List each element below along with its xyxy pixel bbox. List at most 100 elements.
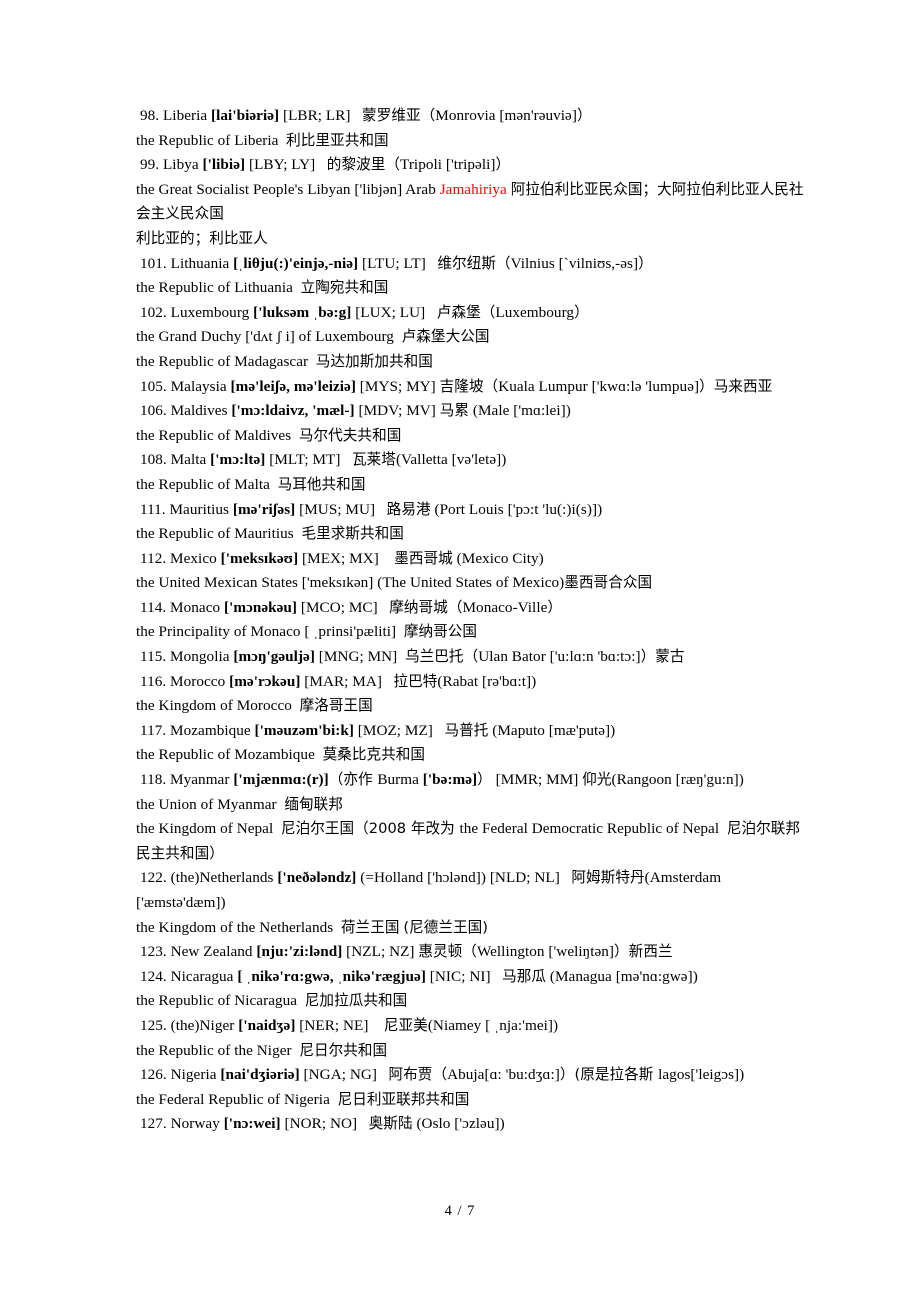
ipa-norway: ['nɔ:wei]: [223, 1115, 281, 1133]
ipa-mauritius: [mə'riʃəs]: [232, 500, 296, 518]
ipa-new-zealand: [nju:'zi:lənd]: [256, 943, 343, 961]
official-line-mozambique: the Republic of Mozambique 莫桑比克共和国: [136, 746, 426, 764]
chinese-nicaragua-official: 尼加拉瓜共和国: [304, 992, 408, 1010]
ipa-mongolia: [mɔŋ'gəuljə]: [233, 648, 315, 666]
entry-line-nicaragua: 124. Nicaragua [ ˌnikə'rɑ:gwə, ˌnikə'ræg…: [140, 967, 698, 985]
chinese-nigeria-capital: 阿布贾（: [388, 1066, 448, 1084]
entry-line-malaysia: 105. Malaysia [mə'leiʃə, mə'leiziə] [MYS…: [140, 377, 773, 395]
official-line-madagascar: the Republic of Madagascar 马达加斯加共和国: [136, 352, 433, 370]
entry-line-malta: 108. Malta ['mɔ:ltə] [MLT; MT] 瓦莱塔(Valle…: [140, 451, 507, 469]
ipa-libya: ['libiə]: [202, 156, 246, 174]
ipa-monaco: ['mɔnəkəu]: [223, 598, 298, 616]
ipa-burma: ['bə:mə]: [422, 771, 478, 789]
ipa-malta: ['mɔ:ltə]: [210, 451, 266, 469]
document-page: 98. Liberia [lai'biəriə] [LBR; LR] 蒙罗维亚（…: [0, 0, 920, 1302]
official-line-mexico: the United Mexican States ['meksɪkən] (T…: [136, 574, 653, 592]
official-line-netherlands: the Kingdom of the Netherlands 荷兰王国 (尼德兰…: [136, 918, 489, 936]
chinese-malta-capital: 瓦莱塔: [352, 451, 396, 469]
official-line-nicaragua: the Republic of Nicaragua 尼加拉瓜共和国: [136, 992, 408, 1010]
entry-line-mongolia: 115. Mongolia [mɔŋ'gəuljə] [MNG; MN] 乌兰巴…: [140, 648, 685, 666]
entry-line-niger: 125. (the)Niger ['naidʒə] [NER; NE] 尼亚美(…: [140, 1016, 559, 1034]
entry-line-maldives: 106. Maldives ['mɔ:ldaivz, 'mæl-] [MDV; …: [140, 402, 571, 420]
chinese-liberia-capital: 蒙罗维亚（: [362, 107, 436, 124]
chinese-madagascar-official: 马达加斯加共和国: [315, 352, 433, 370]
chinese-lithuania-capital: 维尔纽斯（: [437, 254, 511, 272]
official-line-mauritius: the Republic of Mauritius 毛里求斯共和国: [136, 525, 404, 543]
adjective-line-libya: 利比亚的；利比亚人: [136, 227, 808, 252]
ipa-liberia: [lai'biəriə]: [211, 107, 280, 124]
chinese-malaysia-capital: 吉隆坡（: [439, 377, 499, 395]
highlight-jamahiriya: Jamahiriya: [439, 180, 507, 198]
entry-line-libya: 99. Libya ['libiə] [LBY; LY] 的黎波里（Tripol…: [140, 156, 511, 174]
entry-line-monaco: 114. Monaco ['mɔnəkəu] [MCO; MC] 摩纳哥城（Mo…: [140, 598, 563, 616]
chinese-maldives-official: 马尔代夫共和国: [298, 426, 402, 444]
ipa-morocco: [mə'rɔkəu]: [229, 672, 301, 690]
ipa-myanmar: ['mjænmɑ:(r)]: [233, 771, 329, 789]
chinese-monaco-capital: 摩纳哥城（: [389, 598, 463, 616]
entry-line-myanmar: 118. Myanmar ['mjænmɑ:(r)]（亦作 Burma ['bə…: [140, 771, 744, 789]
ipa-mozambique: ['məuzəm'bi:k]: [254, 721, 354, 739]
chinese-mongolia-capital: 乌兰巴托（: [405, 648, 479, 666]
entry-line-new-zealand: 123. New Zealand [nju:'zi:lənd] [NZL; NZ…: [140, 943, 673, 961]
chinese-netherlands-capital: 阿姆斯特丹: [571, 869, 645, 887]
ipa-mexico: ['meksɪkəʊ]: [220, 549, 299, 567]
entry-line-netherlands: 122. (the)Netherlands ['neðələndz] (=Hol…: [136, 869, 722, 911]
chinese-nepal-official: 尼泊尔王国（2008 年改为: [280, 820, 460, 838]
entry-line-morocco: 116. Morocco [mə'rɔkəu] [MAR; MA] 拉巴特(Ra…: [140, 672, 537, 690]
chinese-morocco-official: 摩洛哥王国: [299, 697, 373, 715]
chinese-liberia-official: 利比里亚共和国: [286, 131, 389, 149]
chinese-nicaragua-capital: 马那瓜: [502, 967, 547, 985]
chinese-libya-adjective: 利比亚的；利比亚人: [136, 229, 268, 247]
entry-line-lithuania: 101. Lithuania [ˌliθju(:)'einjə,-niə] [L…: [140, 254, 653, 272]
entry-line-mozambique: 117. Mozambique ['məuzəm'bi:k] [MOZ; MZ]…: [140, 721, 616, 739]
chinese-maldives-capital: 马累: [439, 402, 470, 420]
chinese-nepal-new-official: 尼泊尔联邦民主共和国）: [136, 820, 801, 862]
official-line-niger: the Republic of the Niger 尼日尔共和国: [136, 1041, 388, 1059]
ipa-lithuania: [ˌliθju(:)'einjə,-niə]: [233, 254, 359, 272]
official-line-nigeria: the Federal Republic of Nigeria 尼日利亚联邦共和…: [136, 1090, 470, 1108]
entry-line-norway: 127. Norway ['nɔ:wei] [NOR; NO] 奥斯陆 (Osl…: [140, 1115, 505, 1133]
chinese-malta-official: 马耳他共和国: [277, 475, 366, 493]
chinese-myanmar-official: 缅甸联邦: [284, 795, 343, 813]
chinese-mexico-capital: 墨西哥城: [394, 549, 453, 567]
ipa-malaysia: [mə'leiʃə, mə'leiziə]: [230, 377, 356, 395]
chinese-monaco-official: 摩纳哥公国: [403, 623, 478, 641]
document-text-body: 98. Liberia [lai'biəriə] [LBR; LR] 蒙罗维亚（…: [136, 104, 808, 1137]
chinese-luxembourg-official: 卢森堡大公国: [401, 328, 490, 346]
chinese-niger-official: 尼日尔共和国: [299, 1041, 388, 1059]
official-line-malta: the Republic of Malta 马耳他共和国: [136, 475, 366, 493]
page-number: 4 / 7: [444, 1203, 476, 1219]
chinese-norway-capital: 奥斯陆: [368, 1115, 413, 1133]
entry-line-mexico: 112. Mexico ['meksɪkəʊ] [MEX; MX] 墨西哥城 (…: [140, 549, 544, 567]
entry-line-liberia: 98. Liberia [lai'biəriə] [LBR; LR] 蒙罗维亚（…: [140, 107, 592, 124]
entry-line-mauritius: 111. Mauritius [mə'riʃəs] [MUS; MU] 路易港 …: [140, 500, 603, 518]
ipa-nicaragua: [ ˌnikə'rɑ:gwə, ˌnikə'rægjuə]: [237, 967, 426, 985]
entry-line-nigeria: 126. Nigeria [nai'dʒiəriə] [NGA; NG] 阿布贾…: [140, 1066, 745, 1084]
chinese-libya-capital: 的黎波里（: [326, 156, 401, 174]
chinese-niger-capital: 尼亚美: [383, 1016, 428, 1034]
chinese-morocco-capital: 拉巴特: [393, 672, 438, 690]
chinese-mauritius-official: 毛里求斯共和国: [301, 525, 404, 543]
official-line-monaco: the Principality of Monaco [ ˌprinsi'pæl…: [136, 623, 478, 641]
chinese-myanmar-capital: 仰光: [582, 771, 612, 789]
chinese-mozambique-capital: 马普托: [444, 721, 489, 739]
official-line-liberia: the Republic of Liberia 利比里亚共和国: [136, 131, 389, 149]
ipa-nigeria: [nai'dʒiəriə]: [220, 1066, 300, 1084]
official-line-morocco: the Kingdom of Morocco 摩洛哥王国: [136, 697, 373, 715]
ipa-niger: ['naidʒə]: [238, 1016, 296, 1034]
official-line-libya: the Great Socialist People's Libyan ['li…: [136, 180, 804, 223]
ipa-maldives: ['mɔ:ldaivz, 'mæl-]: [231, 402, 355, 420]
chinese-mozambique-official: 莫桑比克共和国: [322, 746, 426, 764]
chinese-mexico-official: 墨西哥合众国: [564, 574, 653, 592]
chinese-new-zealand-capital: 惠灵顿（: [418, 943, 477, 961]
chinese-mauritius-capital: 路易港: [386, 500, 431, 518]
official-line-luxembourg: the Grand Duchy ['dʌt ʃ i] of Luxembourg…: [136, 328, 490, 346]
ipa-netherlands: ['neðələndz]: [277, 869, 357, 887]
chinese-luxembourg-capital: 卢森堡（: [436, 303, 496, 321]
official-line-lithuania: the Republic of Lithuania 立陶宛共和国: [136, 279, 389, 297]
official-line-myanmar: the Union of Myanmar 缅甸联邦: [136, 795, 343, 813]
ipa-luxembourg: ['luksəm ˌbə:g]: [253, 303, 352, 321]
entry-line-luxembourg: 102. Luxembourg ['luksəm ˌbə:g] [LUX; LU…: [140, 303, 589, 321]
chinese-lithuania-official: 立陶宛共和国: [300, 279, 389, 297]
chinese-netherlands-official: 荷兰王国: [340, 918, 400, 936]
